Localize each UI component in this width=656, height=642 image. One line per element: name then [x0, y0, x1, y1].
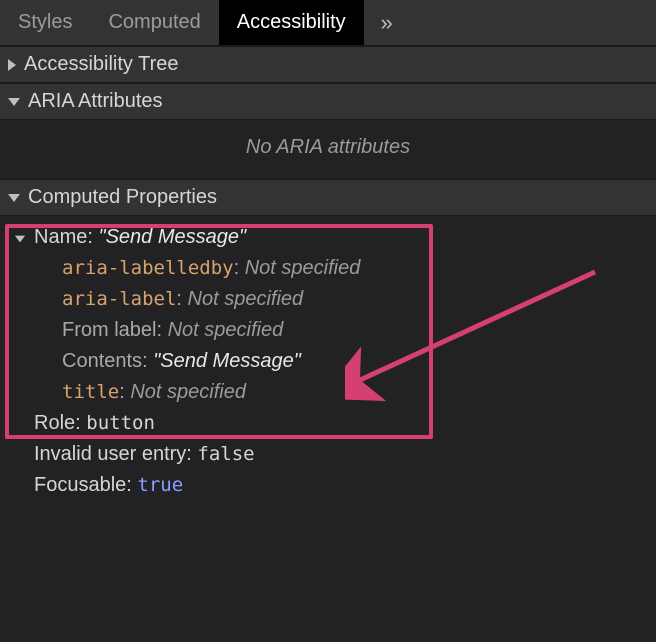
chevron-right-icon	[8, 59, 16, 71]
section-computed-properties-body: Name: "Send Message" aria-labelledby: No…	[0, 216, 656, 507]
prop-invalid-value: false	[197, 440, 254, 469]
tabs-overflow-button[interactable]: »	[364, 0, 410, 45]
name-source-key: Contents	[62, 346, 142, 377]
prop-name-value: "Send Message"	[98, 222, 246, 253]
aria-empty-text: No ARIA attributes	[0, 128, 656, 169]
name-source-value: Not specified	[188, 284, 304, 315]
section-aria-attributes-label: ARIA Attributes	[28, 90, 163, 113]
chevron-down-icon	[15, 236, 25, 243]
prop-focusable-label: Focusable	[34, 470, 126, 501]
devtools-tabs: Styles Computed Accessibility »	[0, 0, 656, 46]
section-aria-attributes-body: No ARIA attributes	[0, 120, 656, 179]
chevron-down-icon	[8, 194, 20, 202]
section-aria-attributes-header[interactable]: ARIA Attributes	[0, 83, 656, 120]
name-source-aria-labelledby: aria-labelledby: Not specified	[14, 253, 648, 284]
name-source-value: Not specified	[130, 377, 246, 408]
prop-name-label: Name:	[34, 222, 93, 253]
name-source-key: aria-labelledby	[62, 254, 234, 283]
name-source-contents: Contents: "Send Message"	[14, 346, 648, 377]
name-source-value: Not specified	[168, 315, 284, 346]
prop-role-row: Role: button	[14, 408, 648, 439]
prop-invalid-label: Invalid user entry	[34, 439, 186, 470]
name-source-key: From label	[62, 315, 156, 346]
chevron-down-icon	[8, 98, 20, 106]
prop-role-value: button	[86, 409, 155, 438]
tab-styles[interactable]: Styles	[0, 0, 90, 45]
name-source-from-label: From label: Not specified	[14, 315, 648, 346]
prop-name-row[interactable]: Name: "Send Message"	[14, 222, 648, 253]
prop-role-label: Role	[34, 408, 75, 439]
name-source-key: title	[62, 378, 119, 407]
name-source-value: Not specified	[245, 253, 361, 284]
tab-accessibility[interactable]: Accessibility	[219, 0, 364, 45]
prop-focusable-row: Focusable: true	[14, 470, 648, 501]
prop-invalid-row: Invalid user entry: false	[14, 439, 648, 470]
name-source-aria-label: aria-label: Not specified	[14, 284, 648, 315]
section-accessibility-tree-header[interactable]: Accessibility Tree	[0, 46, 656, 83]
name-source-title: title: Not specified	[14, 377, 648, 408]
section-computed-properties-header[interactable]: Computed Properties	[0, 179, 656, 216]
tab-computed[interactable]: Computed	[90, 0, 218, 45]
section-computed-properties-label: Computed Properties	[28, 186, 217, 209]
name-source-key: aria-label	[62, 285, 176, 314]
section-accessibility-tree-label: Accessibility Tree	[24, 53, 179, 76]
prop-focusable-value: true	[137, 471, 183, 500]
name-source-value: "Send Message"	[153, 346, 301, 377]
